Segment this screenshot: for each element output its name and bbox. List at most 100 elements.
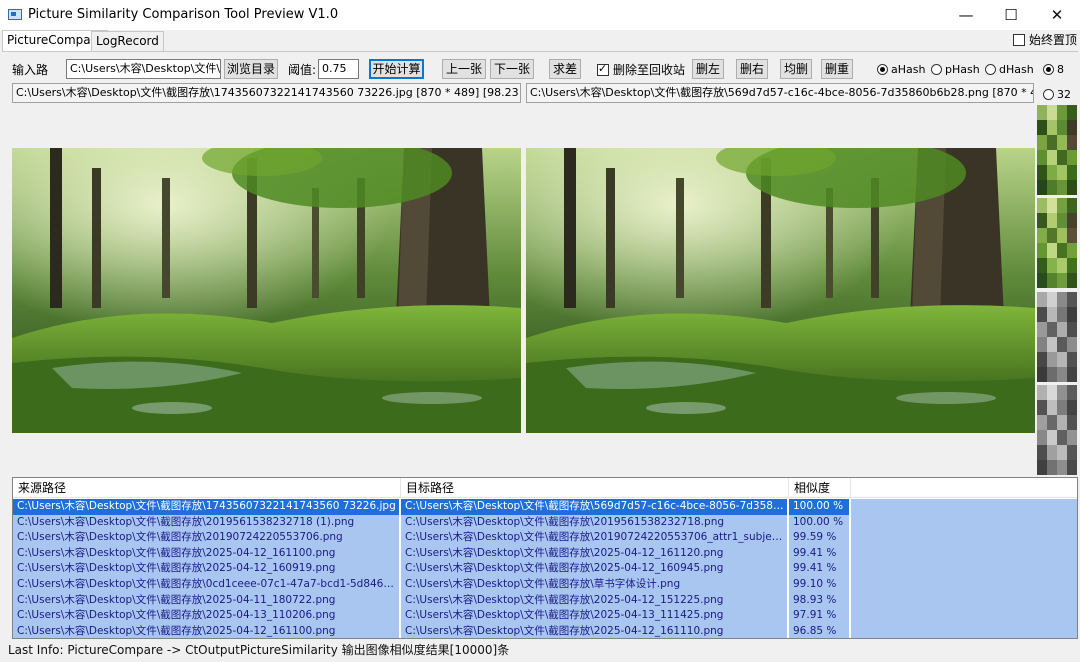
table-row[interactable]: C:\Users\木容\Desktop\文件\截图存放\2025-04-12_1… bbox=[13, 545, 1077, 562]
cell-empty bbox=[851, 530, 1077, 546]
input-path-field[interactable]: C:\Users\木容\Desktop\文件\截 bbox=[66, 59, 221, 79]
radio-size-32-label: 32 bbox=[1057, 88, 1071, 101]
cell-similarity: 96.85 % bbox=[789, 623, 849, 638]
radio-icon[interactable] bbox=[1043, 89, 1054, 100]
column-source-path[interactable]: 来源路径 bbox=[13, 478, 401, 498]
cell-similarity: 100.00 % bbox=[789, 514, 849, 531]
cell-target-path: C:\Users\木容\Desktop\文件\截图存放\201907242205… bbox=[401, 530, 787, 546]
right-image-info: C:\Users\木容\Desktop\文件\截图存放\569d7d57-c16… bbox=[526, 83, 1034, 103]
hash-thumbnail-left-color bbox=[1037, 105, 1077, 195]
cell-target-path: C:\Users\木容\Desktop\文件\截图存放\569d7d57-c16… bbox=[401, 499, 787, 515]
title-bar: Picture Similarity Comparison Tool Previ… bbox=[0, 0, 1080, 30]
column-target-path[interactable]: 目标路径 bbox=[401, 478, 789, 498]
cell-source-path: C:\Users\木容\Desktop\文件\截图存放\2025-04-12_1… bbox=[13, 561, 399, 577]
table-row[interactable]: C:\Users\木容\Desktop\文件\截图存放\2025-04-12_1… bbox=[13, 623, 1077, 638]
left-image-preview bbox=[12, 148, 521, 433]
check-icon[interactable] bbox=[597, 62, 609, 76]
prev-button[interactable]: 上一张 bbox=[442, 59, 486, 79]
checkbox-icon[interactable] bbox=[1013, 34, 1025, 46]
table-row[interactable]: C:\Users\木容\Desktop\文件\截图存放\2025-04-13_1… bbox=[13, 608, 1077, 624]
tab-log-record[interactable]: LogRecord bbox=[91, 31, 164, 51]
cell-similarity: 99.41 % bbox=[789, 545, 849, 562]
browse-button[interactable]: 浏览目录 bbox=[224, 59, 278, 79]
forest-image-right bbox=[526, 148, 1035, 433]
cell-similarity: 99.59 % bbox=[789, 530, 849, 546]
column-similarity[interactable]: 相似度 bbox=[789, 478, 851, 498]
threshold-input[interactable]: 0.75 bbox=[318, 59, 359, 79]
cell-similarity: 97.91 % bbox=[789, 608, 849, 624]
threshold-label: 阈值: bbox=[288, 63, 317, 77]
cell-target-path: C:\Users\木容\Desktop\文件\截图存放\2025-04-13_1… bbox=[401, 608, 787, 624]
radio-icon[interactable] bbox=[985, 64, 996, 75]
radio-size-8[interactable]: 8 bbox=[1043, 63, 1064, 76]
delete-right-button[interactable]: 删右 bbox=[736, 59, 768, 79]
cell-empty bbox=[851, 592, 1077, 609]
cell-source-path: C:\Users\木容\Desktop\文件\截图存放\174356073221… bbox=[13, 499, 399, 515]
minimize-button[interactable]: — bbox=[943, 0, 989, 30]
diff-button[interactable]: 求差 bbox=[549, 59, 581, 79]
results-table[interactable]: 来源路径 目标路径 相似度 C:\Users\木容\Desktop\文件\截图存… bbox=[12, 477, 1078, 639]
cell-source-path: C:\Users\木容\Desktop\文件\截图存放\2025-04-11_1… bbox=[13, 592, 399, 609]
maximize-button[interactable]: ☐ bbox=[988, 0, 1034, 30]
app-icon bbox=[8, 9, 22, 20]
radio-size-32[interactable]: 32 bbox=[1043, 88, 1071, 101]
forest-image-left bbox=[12, 148, 521, 433]
cell-empty bbox=[851, 499, 1077, 515]
cell-source-path: C:\Users\木容\Desktop\文件\截图存放\2025-04-12_1… bbox=[13, 623, 399, 638]
cell-source-path: C:\Users\木容\Desktop\文件\截图存放\201956153823… bbox=[13, 514, 399, 531]
tab-bar: PictureCompare LogRecord bbox=[0, 30, 1080, 51]
cell-source-path: C:\Users\木容\Desktop\文件\截图存放\2025-04-13_1… bbox=[13, 608, 399, 624]
cell-empty bbox=[851, 561, 1077, 577]
radio-phash-label: pHash bbox=[945, 63, 980, 76]
cell-source-path: C:\Users\木容\Desktop\文件\截图存放\2025-04-12_1… bbox=[13, 545, 399, 562]
next-button[interactable]: 下一张 bbox=[490, 59, 534, 79]
radio-dhash-label: dHash bbox=[999, 63, 1034, 76]
status-bar: Last Info: PictureCompare -> CtOutputPic… bbox=[8, 643, 510, 657]
recycle-checkbox[interactable]: 删除至回收站 bbox=[597, 61, 685, 78]
cell-source-path: C:\Users\木容\Desktop\文件\截图存放\0cd1ceee-07c… bbox=[13, 577, 399, 593]
cell-target-path: C:\Users\木容\Desktop\文件\截图存放\2025-04-12_1… bbox=[401, 592, 787, 609]
cell-similarity: 98.93 % bbox=[789, 592, 849, 609]
cell-target-path: C:\Users\木容\Desktop\文件\截图存放\草书字体设计.png bbox=[401, 577, 787, 593]
table-row[interactable]: C:\Users\木容\Desktop\文件\截图存放\2025-04-11_1… bbox=[13, 592, 1077, 609]
cell-target-path: C:\Users\木容\Desktop\文件\截图存放\2025-04-12_1… bbox=[401, 561, 787, 577]
cell-target-path: C:\Users\木容\Desktop\文件\截图存放\201956153823… bbox=[401, 514, 787, 531]
input-path-label: 输入路 bbox=[12, 63, 49, 77]
table-row[interactable]: C:\Users\木容\Desktop\文件\截图存放\0cd1ceee-07c… bbox=[13, 577, 1077, 593]
cell-empty bbox=[851, 545, 1077, 562]
delete-duplicates-button[interactable]: 删重 bbox=[821, 59, 853, 79]
radio-ahash-label: aHash bbox=[891, 63, 926, 76]
cell-empty bbox=[851, 577, 1077, 593]
radio-dhash[interactable]: dHash bbox=[985, 63, 1034, 76]
cell-similarity: 100.00 % bbox=[789, 499, 849, 515]
radio-ahash[interactable]: aHash bbox=[877, 63, 925, 76]
cell-target-path: C:\Users\木容\Desktop\文件\截图存放\2025-04-12_1… bbox=[401, 623, 787, 638]
left-image-info: C:\Users\木容\Desktop\文件\截图存放\174356073221… bbox=[12, 83, 521, 103]
table-row[interactable]: C:\Users\木容\Desktop\文件\截图存放\201907242205… bbox=[13, 530, 1077, 546]
cell-source-path: C:\Users\木容\Desktop\文件\截图存放\201907242205… bbox=[13, 530, 399, 546]
cell-empty bbox=[851, 608, 1077, 624]
cell-empty bbox=[851, 623, 1077, 638]
hash-thumbnail-right-gray bbox=[1037, 385, 1077, 475]
always-on-top-label: 始终置顶 bbox=[1029, 33, 1078, 47]
start-button[interactable]: 开始计算 bbox=[369, 59, 424, 79]
always-on-top-checkbox[interactable]: 始终置顶 bbox=[1013, 31, 1077, 48]
hash-thumbnail-right-color bbox=[1037, 198, 1077, 288]
hash-thumbnail-left-gray bbox=[1037, 292, 1077, 382]
delete-both-button[interactable]: 均删 bbox=[780, 59, 812, 79]
radio-phash[interactable]: pHash bbox=[931, 63, 980, 76]
recycle-label: 删除至回收站 bbox=[613, 63, 686, 77]
table-row[interactable]: C:\Users\木容\Desktop\文件\截图存放\2025-04-12_1… bbox=[13, 561, 1077, 577]
close-button[interactable]: ✕ bbox=[1034, 0, 1080, 30]
cell-similarity: 99.41 % bbox=[789, 561, 849, 577]
cell-empty bbox=[851, 514, 1077, 531]
delete-left-button[interactable]: 删左 bbox=[692, 59, 724, 79]
radio-selected-icon[interactable] bbox=[1043, 64, 1054, 75]
table-row[interactable]: C:\Users\木容\Desktop\文件\截图存放\174356073221… bbox=[13, 499, 1077, 515]
cell-similarity: 99.10 % bbox=[789, 577, 849, 593]
radio-selected-icon[interactable] bbox=[877, 64, 888, 75]
right-image-preview bbox=[526, 148, 1035, 433]
radio-icon[interactable] bbox=[931, 64, 942, 75]
table-row[interactable]: C:\Users\木容\Desktop\文件\截图存放\201956153823… bbox=[13, 514, 1077, 531]
table-header: 来源路径 目标路径 相似度 bbox=[13, 478, 1077, 498]
